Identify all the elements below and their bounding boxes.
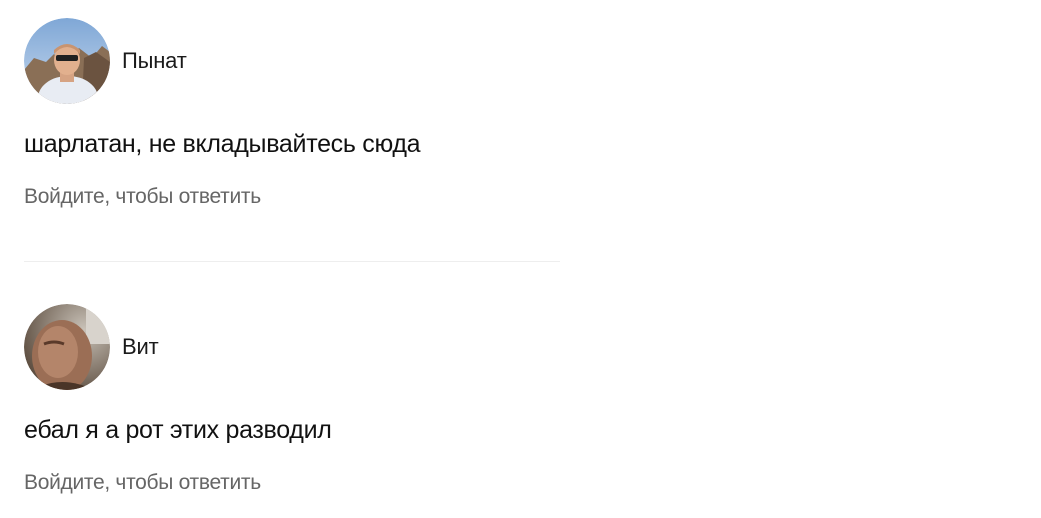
comment-text: шарлатан, не вкладывайтесь сюда <box>24 130 421 158</box>
comment-text: ебал я а рот этих разводил <box>24 416 332 444</box>
comment-header: Пынат <box>24 18 564 104</box>
reply-login-link[interactable]: Войдите, чтобы ответить <box>24 184 261 210</box>
reply-login-link[interactable]: Войдите, чтобы ответить <box>24 470 261 496</box>
comment: Пынат шарлатан, не вкладывайтесь сюда Во… <box>24 18 564 210</box>
avatar[interactable] <box>24 18 110 104</box>
comment-header: Вит <box>24 304 564 390</box>
author-name[interactable]: Пынат <box>122 48 187 74</box>
author-name[interactable]: Вит <box>122 334 159 360</box>
divider <box>24 261 560 262</box>
avatar[interactable] <box>24 304 110 390</box>
comment: Вит ебал я а рот этих разводил Войдите, … <box>24 304 564 496</box>
